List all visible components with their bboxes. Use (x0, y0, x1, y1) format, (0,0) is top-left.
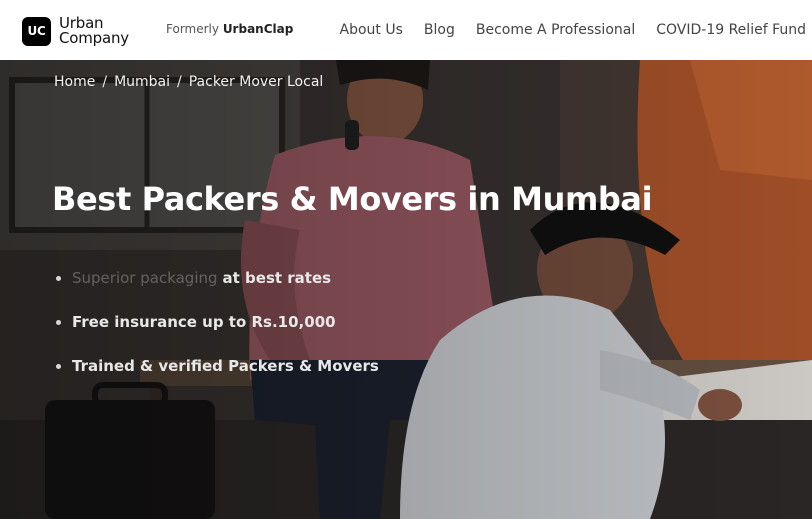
site-header: UC Urban Company Formerly UrbanClap Abou… (0, 0, 812, 60)
uc-logo-icon: UC (22, 16, 51, 46)
nav-covid-relief-fund[interactable]: COVID-19 Relief Fund (656, 22, 806, 38)
nav-about-us[interactable]: About Us (340, 22, 403, 38)
feature-text: Trained & verified Packers & Movers (72, 357, 379, 375)
nav-become-a-professional[interactable]: Become A Professional (476, 22, 635, 38)
breadcrumb-separator: / (102, 74, 108, 90)
breadcrumb: Home / Mumbai / Packer Mover Local (54, 74, 323, 90)
bullet-dot-icon (56, 275, 61, 281)
breadcrumb-separator: / (177, 74, 182, 90)
feature-list: Superior packaging at best rates Free in… (56, 267, 379, 399)
feature-text: at best rates (222, 269, 332, 287)
nav-blog[interactable]: Blog (424, 22, 455, 38)
hero-banner: Home / Mumbai / Packer Mover Local Best … (0, 60, 812, 519)
feature-text: Free insurance up to Rs.10,000 (72, 313, 336, 331)
breadcrumb-current: Packer Mover Local (188, 74, 324, 90)
urban-company-logo[interactable]: UC Urban Company (22, 16, 129, 46)
breadcrumb-home[interactable]: Home (54, 74, 95, 90)
feature-item: Free insurance up to Rs.10,000 (56, 311, 379, 333)
feature-faded-text: Superior packaging (72, 269, 218, 287)
formerly-prefix: Formerly (166, 22, 219, 36)
feature-item: Superior packaging at best rates (56, 267, 379, 289)
bullet-dot-icon (56, 363, 61, 369)
formerly-note: Formerly UrbanClap (166, 22, 293, 36)
feature-item: Trained & verified Packers & Movers (56, 355, 379, 377)
logo-wordmark: Urban Company (59, 16, 129, 46)
bullet-dot-icon (56, 319, 61, 325)
breadcrumb-mumbai[interactable]: Mumbai (114, 74, 170, 90)
top-nav: About Us Blog Become A Professional COVI… (340, 22, 806, 38)
page-title: Best Packers & Movers in Mumbai (52, 180, 653, 218)
formerly-brand: UrbanClap (222, 22, 294, 36)
logo-line-2: Company (59, 29, 129, 47)
